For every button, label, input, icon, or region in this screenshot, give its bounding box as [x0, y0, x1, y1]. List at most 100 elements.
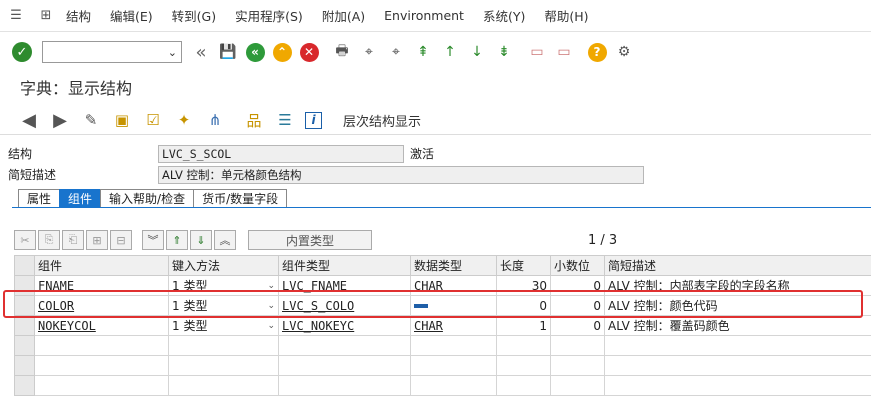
other-object-icon[interactable]: ▣: [111, 109, 133, 131]
table-row-empty: [14, 375, 871, 396]
tab-input-help[interactable]: 输入帮助/检查: [100, 189, 195, 207]
tab-underline: [12, 207, 871, 208]
column-header[interactable]: 键入方法: [168, 255, 279, 276]
column-header[interactable]: 小数位: [550, 255, 605, 276]
component-cell[interactable]: NOKEYCOL: [34, 315, 169, 336]
display-change-icon[interactable]: ✎: [80, 109, 102, 131]
menu-extras[interactable]: 附加(A): [322, 6, 365, 25]
last-page-icon[interactable]: ⇟: [493, 41, 515, 63]
back-arrow-icon[interactable]: ◀: [18, 109, 40, 131]
length-cell[interactable]: 30: [496, 275, 551, 296]
menu-structure[interactable]: 结构: [66, 6, 91, 25]
expand-all-icon[interactable]: ︾: [142, 230, 164, 250]
new-session-icon[interactable]: ▭: [526, 41, 548, 63]
structure-field[interactable]: LVC_S_SCOL: [158, 144, 404, 163]
hierarchy-icon[interactable]: 品: [243, 109, 265, 131]
typing-method-cell[interactable]: 1 类型 ⌄: [168, 275, 279, 296]
components-table: 组件 键入方法 组件类型 数据类型 长度 小数位 简短描述 FNAME 1 类型…: [14, 255, 871, 396]
decimals-cell[interactable]: 0: [550, 315, 605, 336]
menu-help[interactable]: 帮助(H): [544, 6, 588, 25]
cancel-icon[interactable]: ✕: [298, 41, 320, 63]
column-header[interactable]: 简短描述: [604, 255, 871, 276]
tab-strip: 属性 组件 输入帮助/检查 货币/数量字段: [18, 189, 288, 207]
row-selector[interactable]: [14, 275, 35, 296]
menu-goto[interactable]: 转到(G): [172, 6, 216, 25]
copy-row-icon[interactable]: ⎘: [38, 230, 60, 250]
menu-utilities[interactable]: 实用程序(S): [235, 6, 303, 25]
component-cell[interactable]: COLOR: [34, 295, 169, 316]
shortcut-icon[interactable]: ▭: [553, 41, 575, 63]
menu-edit[interactable]: 编辑(E): [110, 6, 153, 25]
component-type-cell[interactable]: LVC_S_COLO: [278, 295, 411, 316]
find-icon[interactable]: ⌖: [358, 41, 380, 63]
length-cell[interactable]: 1: [496, 315, 551, 336]
table-row-empty: [14, 335, 871, 356]
forward-arrow-icon[interactable]: ▶: [49, 109, 71, 131]
structure-row: 结构 LVC_S_SCOL 激活: [8, 144, 434, 163]
help-icon[interactable]: ?: [586, 41, 608, 63]
find-next-icon[interactable]: ⌖: [385, 41, 407, 63]
save-icon[interactable]: 💾: [217, 41, 239, 63]
typing-method-cell[interactable]: 1 类型 ⌄: [168, 295, 279, 316]
data-type-cell[interactable]: [410, 295, 497, 316]
component-cell[interactable]: FNAME: [34, 275, 169, 296]
chevron-down-icon[interactable]: ⌄: [267, 281, 275, 291]
check-icon[interactable]: ☑: [142, 109, 164, 131]
chevron-down-icon[interactable]: ⌄: [267, 321, 275, 331]
exit-icon[interactable]: ⌃: [271, 41, 293, 63]
activate-icon[interactable]: ✦: [173, 109, 195, 131]
delete-row-icon[interactable]: ⊟: [110, 230, 132, 250]
column-header[interactable]: 组件: [34, 255, 169, 276]
column-header[interactable]: 组件类型: [278, 255, 411, 276]
print-icon[interactable]: 🖶: [331, 41, 353, 63]
info-icon[interactable]: i: [305, 111, 322, 129]
object-list-icon[interactable]: ☰: [274, 109, 296, 131]
short-desc-cell[interactable]: ALV 控制：颜色代码: [604, 295, 871, 316]
first-page-icon[interactable]: ⇞: [412, 41, 434, 63]
where-used-icon[interactable]: ⋔: [204, 109, 226, 131]
top-icon[interactable]: ⇑: [166, 230, 188, 250]
column-header[interactable]: 长度: [496, 255, 551, 276]
cut-row-icon[interactable]: ✂: [14, 230, 36, 250]
chevron-down-icon[interactable]: ⌄: [267, 301, 275, 311]
collapse-command-icon[interactable]: «: [190, 41, 212, 63]
paste-row-icon[interactable]: ⎗: [62, 230, 84, 250]
select-all-cell[interactable]: [14, 255, 35, 276]
chevron-down-icon[interactable]: ⌄: [168, 46, 177, 59]
data-type-cell[interactable]: CHAR: [410, 315, 497, 336]
decimals-cell[interactable]: 0: [550, 275, 605, 296]
bottom-icon[interactable]: ⇓: [190, 230, 212, 250]
previous-page-icon[interactable]: ↑: [439, 41, 461, 63]
command-field[interactable]: ⌄: [42, 41, 182, 63]
row-selector[interactable]: [14, 295, 35, 316]
collapse-all-icon[interactable]: ︽: [214, 230, 236, 250]
component-type-cell[interactable]: LVC_FNAME: [278, 275, 411, 296]
short-desc-cell[interactable]: ALV 控制：覆盖码颜色: [604, 315, 871, 336]
tab-components[interactable]: 组件: [59, 189, 102, 207]
enter-icon[interactable]: ✓: [12, 42, 32, 62]
customize-icon[interactable]: ⊞: [36, 6, 56, 26]
settings-gear-icon[interactable]: ⚙: [613, 41, 635, 63]
tab-attributes[interactable]: 属性: [18, 189, 61, 207]
length-cell[interactable]: 0: [496, 295, 551, 316]
menu-environment[interactable]: Environment: [384, 8, 464, 23]
next-page-icon[interactable]: ↓: [466, 41, 488, 63]
page-indicator: 1 / 3: [588, 233, 618, 248]
menu-system[interactable]: 系统(Y): [483, 6, 525, 25]
builtin-type-button[interactable]: 内置类型: [248, 230, 372, 250]
back-icon[interactable]: «: [244, 41, 266, 63]
short-desc-row: 简短描述 ALV 控制：单元格颜色结构: [8, 165, 644, 184]
short-desc-field[interactable]: ALV 控制：单元格颜色结构: [158, 165, 644, 184]
typing-method-cell[interactable]: 1 类型 ⌄: [168, 315, 279, 336]
hierarchy-display-button[interactable]: 层次结构显示: [343, 111, 421, 130]
data-type-cell[interactable]: CHAR: [410, 275, 497, 296]
insert-row-icon[interactable]: ⊞: [86, 230, 108, 250]
component-type-cell[interactable]: LVC_NOKEYC: [278, 315, 411, 336]
tab-currency-quantity[interactable]: 货币/数量字段: [193, 189, 288, 207]
column-header[interactable]: 数据类型: [410, 255, 497, 276]
system-menu-icon[interactable]: ☰: [6, 6, 26, 26]
short-desc-cell[interactable]: ALV 控制：内部表字段的字段名称: [604, 275, 871, 296]
decimals-cell[interactable]: 0: [550, 295, 605, 316]
standard-toolbar: ✓ ⌄ « 💾 « ⌃ ✕ 🖶 ⌖ ⌖ ⇞ ↑ ↓ ⇟ ▭ ▭ ? ⚙: [0, 32, 871, 72]
row-selector[interactable]: [14, 315, 35, 336]
